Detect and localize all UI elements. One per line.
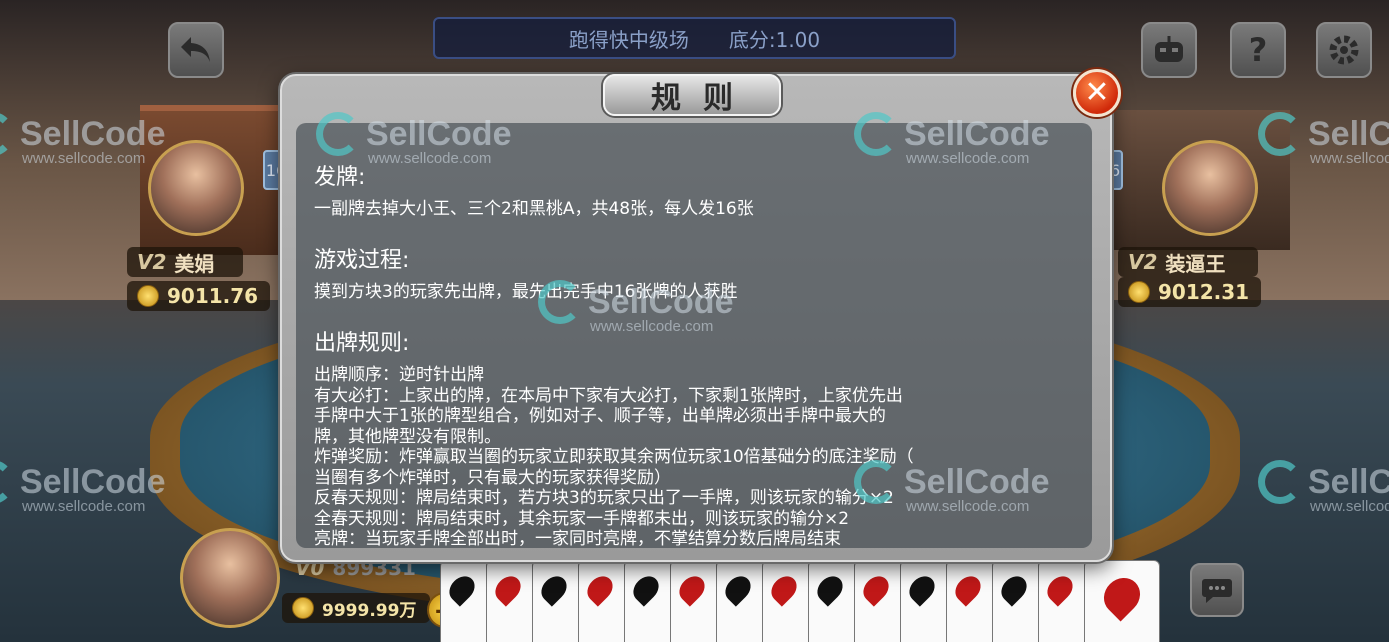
player-left-nameplate: V2 美娟 [127,247,243,277]
heart-suit-icon [490,571,526,607]
watermark: SellCode www.sellcode.com [854,112,1049,167]
coin-icon [137,285,159,307]
spade-suit-icon [444,571,480,607]
player-right-coin-amount: 9012.31 [1158,280,1250,304]
settings-button[interactable] [1316,22,1372,78]
hand-card[interactable] [486,560,534,642]
section-heading: 游戏过程: [314,248,410,273]
robot-icon [1155,36,1183,62]
watermark: SellCode www.sellcode.com [538,280,733,335]
sellcode-logo-icon [1258,112,1302,156]
self-coins: 9999.99万 [282,593,430,623]
sellcode-logo-icon [854,112,898,156]
room-name: 跑得快中级场 [568,27,689,52]
hand-card[interactable] [900,560,948,642]
sellcode-logo-icon [0,460,14,504]
sellcode-logo-icon [1258,460,1302,504]
heart-suit-icon [1042,571,1078,607]
player-left-coins: 9011.76 [127,281,270,311]
help-button[interactable]: ? [1230,22,1286,78]
room-info-bar: 跑得快中级场 底分:1.00 [433,17,956,59]
spade-suit-icon [996,571,1032,607]
heart-suit-icon [674,571,710,607]
hand-card[interactable] [440,560,488,642]
close-button[interactable]: ✕ [1073,69,1121,117]
rules-dialog-title: 规则 [603,74,781,116]
player-right-avatar[interactable] [1162,140,1258,236]
hand-card[interactable] [624,560,672,642]
sellcode-logo-icon [854,460,898,504]
heart-suit-icon [858,571,894,607]
self-avatar[interactable] [180,528,280,628]
hand-card[interactable] [992,560,1040,642]
heart-suit-icon [1096,570,1148,622]
rule-line: 亮牌：当玩家手牌全部出时，一家同时亮牌，不掌结算分数后牌局结束 [314,529,841,548]
watermark: SellCode www.sellcode.com [0,460,165,515]
watermark: SellCode www.sellcode.com [854,460,1049,515]
spade-suit-icon [536,571,572,607]
spade-suit-icon [628,571,664,607]
rule-line: 牌，其他牌型没有限制。 [314,426,501,447]
hand-card[interactable] [578,560,626,642]
sellcode-logo-icon [0,112,14,156]
vip-badge: V2 [1128,250,1158,274]
watermark: SellCode www.sellcode.com [1258,460,1389,515]
coin-icon [292,597,314,619]
chat-bubble-icon [1202,579,1232,603]
watermark: SellCode www.sellcode.com [316,112,511,167]
hand-card[interactable] [808,560,856,642]
player-left-name: 美娟 [174,251,215,276]
self-coin-amount: 9999.99万 [322,600,417,621]
hand-card[interactable] [532,560,580,642]
hand-card[interactable] [762,560,810,642]
sellcode-logo-icon [538,280,582,324]
rule-line: 有大必打：上家出的牌，在本局中下家有大必打，下家剩1张牌时，上家优先出 [314,385,903,406]
hand-card[interactable] [1084,560,1160,642]
spade-suit-icon [904,571,940,607]
heart-suit-icon [950,571,986,607]
question-mark-icon: ? [1248,31,1268,69]
player-right-coins: 9012.31 [1118,277,1261,307]
spade-suit-icon [720,571,756,607]
back-arrow-icon [181,37,210,62]
heart-suit-icon [766,571,802,607]
rule-line: 手牌中大于1张的牌型组合，例如对子、顺子等，出单牌必须出手牌中最大的 [314,406,886,426]
coin-icon [1128,281,1150,303]
rules-section-deal: 发牌: 一副牌去掉大小王、三个2和黑桃A，共48张，每人发16张 [314,159,1074,220]
sellcode-logo-icon [316,112,360,156]
player-left-avatar[interactable] [148,140,244,236]
auto-play-button[interactable] [1141,22,1197,78]
player-hand [440,560,1160,642]
hand-card[interactable] [716,560,764,642]
chat-button[interactable] [1190,563,1244,617]
player-left-coin-amount: 9011.76 [167,284,259,308]
hand-card[interactable] [1038,560,1086,642]
section-body: 一副牌去掉大小王、三个2和黑桃A，共48张，每人发16张 [314,199,754,219]
base-score: 底分:1.00 [728,27,821,52]
back-button[interactable] [168,22,224,78]
spade-suit-icon [812,571,848,607]
hand-card[interactable] [946,560,994,642]
hand-card[interactable] [670,560,718,642]
heart-suit-icon [582,571,618,607]
hand-card[interactable] [854,560,902,642]
player-right-name: 装逼王 [1165,251,1226,276]
player-right-nameplate: V2 装逼王 [1118,247,1258,277]
watermark: SellCode www.sellcode.com [1258,112,1389,167]
rule-line: 出牌顺序：逆时针出牌 [314,365,484,385]
watermark: SellCode www.sellcode.com [0,112,165,167]
vip-badge: V2 [137,250,167,274]
close-x-icon: ✕ [1084,75,1110,110]
gear-icon [1329,35,1359,65]
